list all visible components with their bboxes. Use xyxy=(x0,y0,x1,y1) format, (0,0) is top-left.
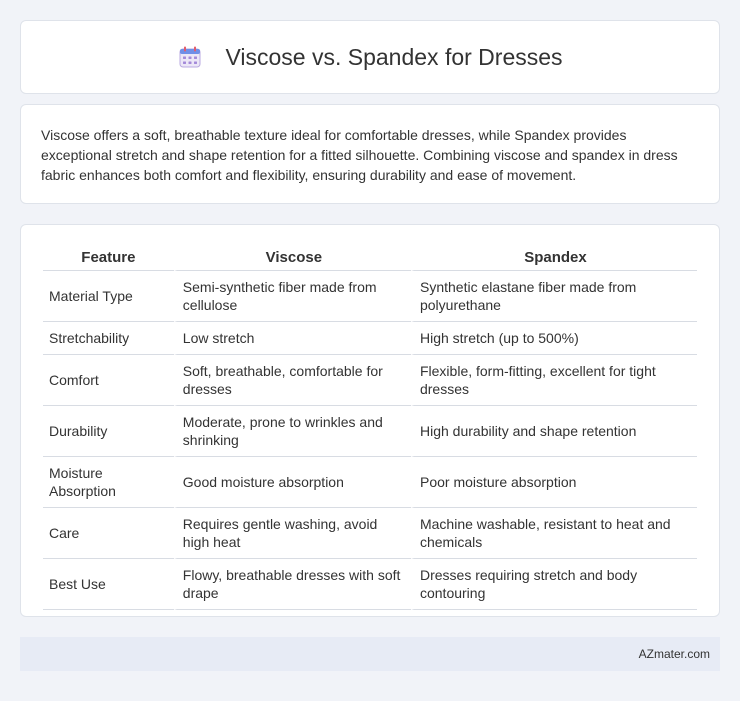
header-feature: Feature xyxy=(43,247,174,271)
spandex-cell: Machine washable, resistant to heat and … xyxy=(410,508,697,559)
spandex-cell: High durability and shape retention xyxy=(410,406,697,457)
spandex-cell: Poor moisture absorption xyxy=(410,457,697,508)
table-row: Durability Moderate, prone to wrinkles a… xyxy=(43,406,697,457)
spandex-cell: High stretch (up to 500%) xyxy=(410,322,697,355)
intro-card: Viscose offers a soft, breathable textur… xyxy=(20,104,720,204)
viscose-cell: Semi-synthetic fiber made from cellulose xyxy=(173,271,411,322)
page-title: Viscose vs. Spandex for Dresses xyxy=(177,43,563,71)
viscose-cell: Low stretch xyxy=(173,322,411,355)
spandex-cell: Dresses requiring stretch and body conto… xyxy=(410,559,697,610)
feature-cell: Durability xyxy=(43,406,174,457)
footer-brand: AZmater.com xyxy=(638,647,710,661)
feature-cell: Moisture Absorption xyxy=(43,457,174,508)
title-card: Viscose vs. Spandex for Dresses xyxy=(20,20,720,94)
viscose-cell: Moderate, prone to wrinkles and shrinkin… xyxy=(173,406,411,457)
header-spandex: Spandex xyxy=(410,247,697,271)
viscose-cell: Flowy, breathable dresses with soft drap… xyxy=(173,559,411,610)
calendar-icon xyxy=(177,44,203,70)
viscose-cell: Requires gentle washing, avoid high heat xyxy=(173,508,411,559)
feature-cell: Best Use xyxy=(43,559,174,610)
table-row: Material Type Semi-synthetic fiber made … xyxy=(43,271,697,322)
feature-cell: Care xyxy=(43,508,174,559)
spandex-cell: Flexible, form-fitting, excellent for ti… xyxy=(410,355,697,406)
viscose-cell: Soft, breathable, comfortable for dresse… xyxy=(173,355,411,406)
table-row: Best Use Flowy, breathable dresses with … xyxy=(43,559,697,610)
footer: AZmater.com xyxy=(20,637,720,671)
spandex-cell: Synthetic elastane fiber made from polyu… xyxy=(410,271,697,322)
comparison-table-card: Feature Viscose Spandex Material Type Se… xyxy=(20,224,720,617)
table-row: Care Requires gentle washing, avoid high… xyxy=(43,508,697,559)
table-header-row: Feature Viscose Spandex xyxy=(43,247,697,271)
feature-cell: Comfort xyxy=(43,355,174,406)
page-title-text: Viscose vs. Spandex for Dresses xyxy=(225,43,563,70)
table-row: Moisture Absorption Good moisture absorp… xyxy=(43,457,697,508)
viscose-cell: Good moisture absorption xyxy=(173,457,411,508)
intro-text: Viscose offers a soft, breathable textur… xyxy=(41,127,678,183)
comparison-table: Feature Viscose Spandex Material Type Se… xyxy=(43,247,697,610)
header-viscose: Viscose xyxy=(173,247,411,271)
feature-cell: Material Type xyxy=(43,271,174,322)
feature-cell: Stretchability xyxy=(43,322,174,355)
table-row: Stretchability Low stretch High stretch … xyxy=(43,322,697,355)
table-row: Comfort Soft, breathable, comfortable fo… xyxy=(43,355,697,406)
